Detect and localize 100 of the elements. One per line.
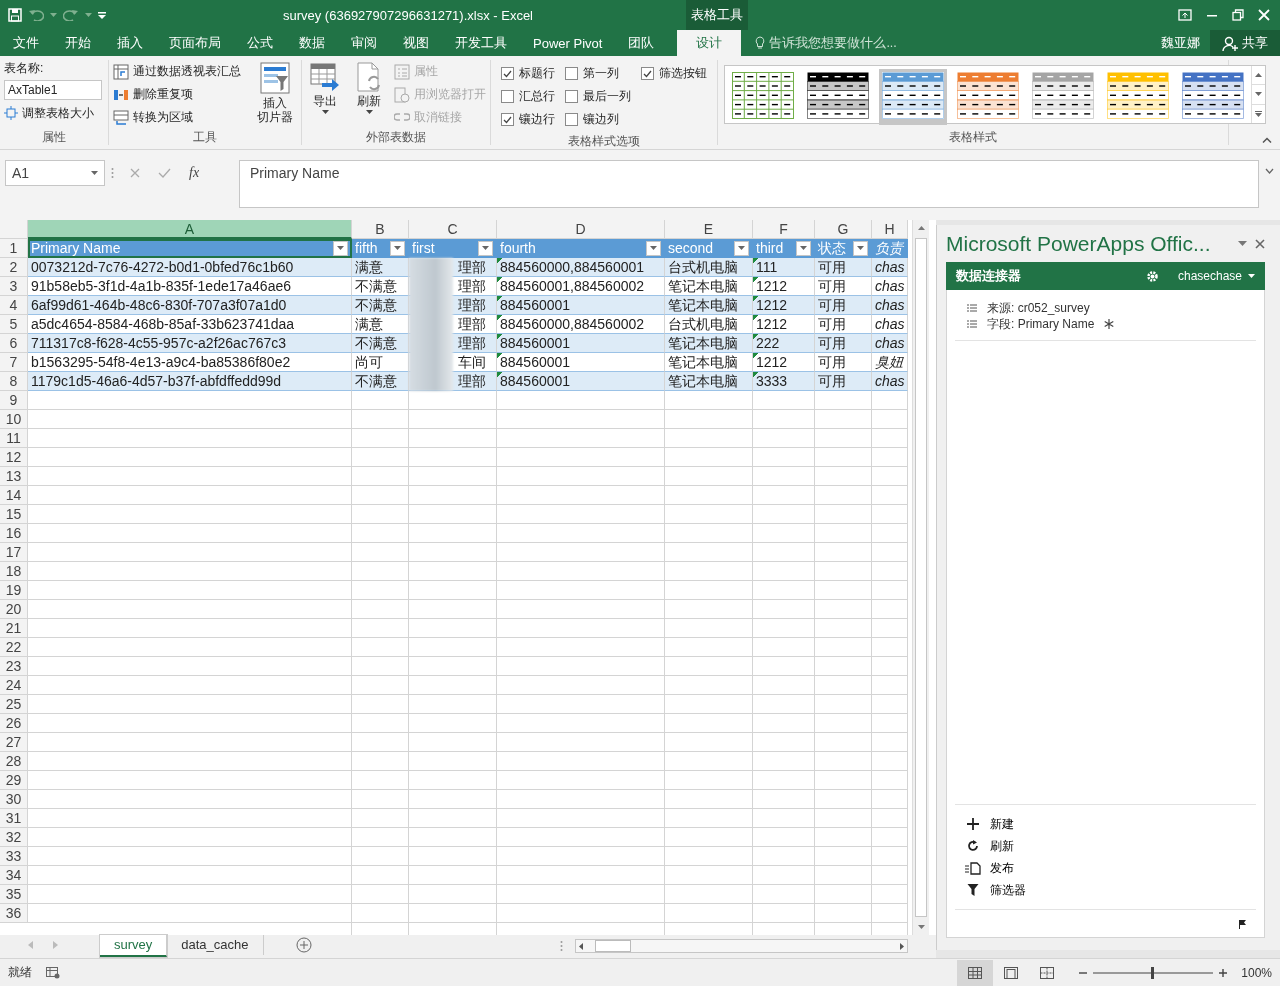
row-number[interactable]: 8 [0,372,28,391]
row-number[interactable]: 13 [0,467,28,486]
row-number[interactable]: 34 [0,866,28,885]
drag-handle-icon [560,940,563,952]
ribbon-tab[interactable]: 数据 [286,30,338,56]
column-header[interactable]: G [815,220,872,239]
row-number[interactable]: 19 [0,581,28,600]
ribbon-tab[interactable]: 团队 [615,30,668,56]
zoom-slider-thumb[interactable] [1151,966,1155,979]
sheet-tab[interactable]: data_cache [167,935,264,955]
row-number[interactable]: 6 [0,334,28,353]
row-number[interactable]: 29 [0,771,28,790]
row-number[interactable]: 31 [0,809,28,828]
panel-action[interactable]: 筛选器 [965,879,1246,901]
row-number[interactable]: 12 [0,448,28,467]
ribbon-tab[interactable]: 审阅 [338,30,390,56]
column-header[interactable]: H [872,220,908,239]
row-number[interactable]: 1 [0,239,28,258]
checkbox[interactable] [641,67,654,80]
user-name[interactable]: 魏亚娜 [1161,30,1210,56]
row-number[interactable]: 33 [0,847,28,866]
table-style-swatch[interactable] [879,69,947,125]
checkbox[interactable] [565,67,578,80]
row-number[interactable]: 20 [0,600,28,619]
row-number[interactable]: 11 [0,429,28,448]
panel-action[interactable]: 刷新 [965,835,1246,857]
checkbox[interactable] [565,113,578,126]
filter-button[interactable] [390,240,405,256]
ribbon-tab[interactable]: 设计 [677,30,742,56]
row-number[interactable]: 7 [0,353,28,372]
column-header[interactable]: B [352,220,409,239]
filter-button[interactable] [734,240,749,256]
row-number[interactable]: 5 [0,315,28,334]
row-number[interactable]: 28 [0,752,28,771]
checkbox[interactable] [501,67,514,80]
resize-table-button[interactable]: 调整表格大小 [4,103,102,123]
name-box[interactable]: A1 [5,160,105,186]
scrollbar-thumb[interactable] [595,940,631,952]
insert-slicer-button[interactable]: 插入 切片器 [253,60,297,129]
table-name-field[interactable]: AxTable1 [4,80,102,100]
row-number[interactable]: 15 [0,505,28,524]
row-number[interactable]: 4 [0,296,28,315]
caret-icon [337,246,344,250]
row-number[interactable]: 27 [0,733,28,752]
row-number[interactable]: 3 [0,277,28,296]
ribbon-tab[interactable]: 开始 [52,30,104,56]
ribbon-command[interactable]: 转换为区域 [113,107,241,128]
ribbon-command[interactable]: 删除重复项 [113,84,241,105]
column-header[interactable]: F [753,220,815,239]
row-number[interactable]: 22 [0,638,28,657]
filter-button[interactable] [853,240,868,256]
column-header[interactable]: A [28,220,352,239]
row-number[interactable]: 17 [0,543,28,562]
tell-me-field[interactable]: 告诉我您想要做什么... [755,30,897,56]
column-header[interactable]: E [665,220,753,239]
filter-button[interactable] [478,240,493,256]
row-number[interactable]: 10 [0,410,28,429]
row-number[interactable]: 25 [0,695,28,714]
account-menu[interactable]: chasechase [1177,269,1255,283]
refresh-button[interactable]: 刷新 [350,60,388,129]
row-number[interactable]: 23 [0,657,28,676]
column-header[interactable]: C [409,220,497,239]
filter-button[interactable] [796,240,811,256]
row-number[interactable]: 9 [0,391,28,410]
ribbon-tab[interactable]: 开发工具 [442,30,520,56]
zoom-level[interactable]: 100% [1241,965,1272,980]
scrollbar-thumb[interactable] [915,238,927,917]
filter-button[interactable] [333,240,348,256]
row-number[interactable]: 2 [0,258,28,277]
ribbon-tab[interactable]: 视图 [390,30,442,56]
row-number[interactable]: 32 [0,828,28,847]
row-number[interactable]: 14 [0,486,28,505]
checkbox[interactable] [501,113,514,126]
ribbon-tab[interactable]: 文件 [0,30,52,56]
checkbox[interactable] [501,90,514,103]
row-number[interactable]: 24 [0,676,28,695]
column-header[interactable]: D [497,220,665,239]
ribbon-tab[interactable]: 公式 [234,30,286,56]
ribbon-tab[interactable]: Power Pivot [520,30,616,56]
row-number[interactable]: 36 [0,904,28,923]
checkbox[interactable] [565,90,578,103]
panel-action[interactable]: 新建 [965,813,1246,835]
row-number[interactable]: 21 [0,619,28,638]
ribbon-command[interactable]: 通过数据透视表汇总 [113,61,241,82]
panel-action[interactable]: 发布 [965,857,1246,879]
row-number[interactable]: 30 [0,790,28,809]
export-button[interactable]: 导出 [306,60,344,129]
horizontal-scrollbar[interactable] [575,939,908,953]
row-number[interactable]: 18 [0,562,28,581]
ribbon-tab[interactable]: 页面布局 [156,30,234,56]
normal-view-button[interactable] [957,959,994,986]
row-number[interactable]: 26 [0,714,28,733]
row-number[interactable]: 35 [0,885,28,904]
share-button[interactable]: 共享 [1210,30,1280,56]
row-number[interactable]: 16 [0,524,28,543]
sheet-tab[interactable]: survey [100,935,168,957]
ribbon-tab[interactable]: 插入 [104,30,156,56]
insert-function-button[interactable]: fx [189,165,200,181]
formula-input[interactable]: Primary Name [239,160,1259,208]
filter-button[interactable] [646,240,661,256]
